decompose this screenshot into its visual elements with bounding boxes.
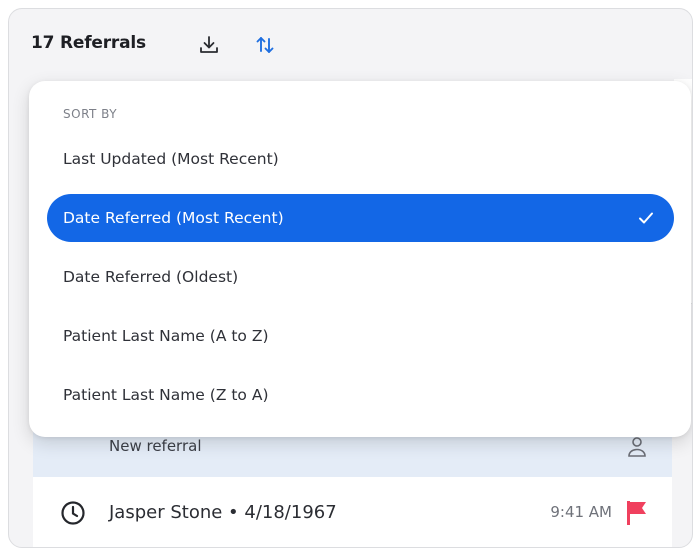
patient-name-dob: Jasper Stone • 4/18/1967 <box>109 502 337 523</box>
referrals-panel: 17 Referrals New referral Jasper Stone •… <box>8 8 693 548</box>
sort-dropdown-menu: SORT BY Last Updated (Most Recent) Date … <box>29 81 691 437</box>
sort-option-last-name-a-z[interactable]: Patient Last Name (A to Z) <box>47 312 674 360</box>
person-icon <box>626 435 648 459</box>
panel-header: 17 Referrals <box>9 9 692 79</box>
referral-time: 9:41 AM <box>550 503 612 521</box>
sort-option-label: Last Updated (Most Recent) <box>63 150 279 168</box>
sort-arrows-icon[interactable] <box>253 33 277 57</box>
sort-option-label: Date Referred (Most Recent) <box>63 209 284 227</box>
sort-option-label: Patient Last Name (A to Z) <box>63 327 269 345</box>
sort-option-last-updated[interactable]: Last Updated (Most Recent) <box>47 135 674 183</box>
sort-option-date-referred-oldest[interactable]: Date Referred (Oldest) <box>47 253 674 301</box>
sort-option-label: Patient Last Name (Z to A) <box>63 386 269 404</box>
sort-option-last-name-z-a[interactable]: Patient Last Name (Z to A) <box>47 371 674 419</box>
new-referral-label: New referral <box>109 437 202 455</box>
sort-option-date-referred-recent[interactable]: Date Referred (Most Recent) <box>47 194 674 242</box>
download-icon[interactable] <box>197 33 221 57</box>
referral-count-title: 17 Referrals <box>31 33 146 53</box>
clock-icon <box>59 499 87 527</box>
sort-option-label: Date Referred (Oldest) <box>63 268 239 286</box>
flag-icon[interactable] <box>624 499 650 527</box>
check-icon <box>636 208 656 228</box>
sort-by-heading: SORT BY <box>63 107 118 121</box>
list-item[interactable]: Jasper Stone • 4/18/1967 9:41 AM <box>33 477 672 547</box>
